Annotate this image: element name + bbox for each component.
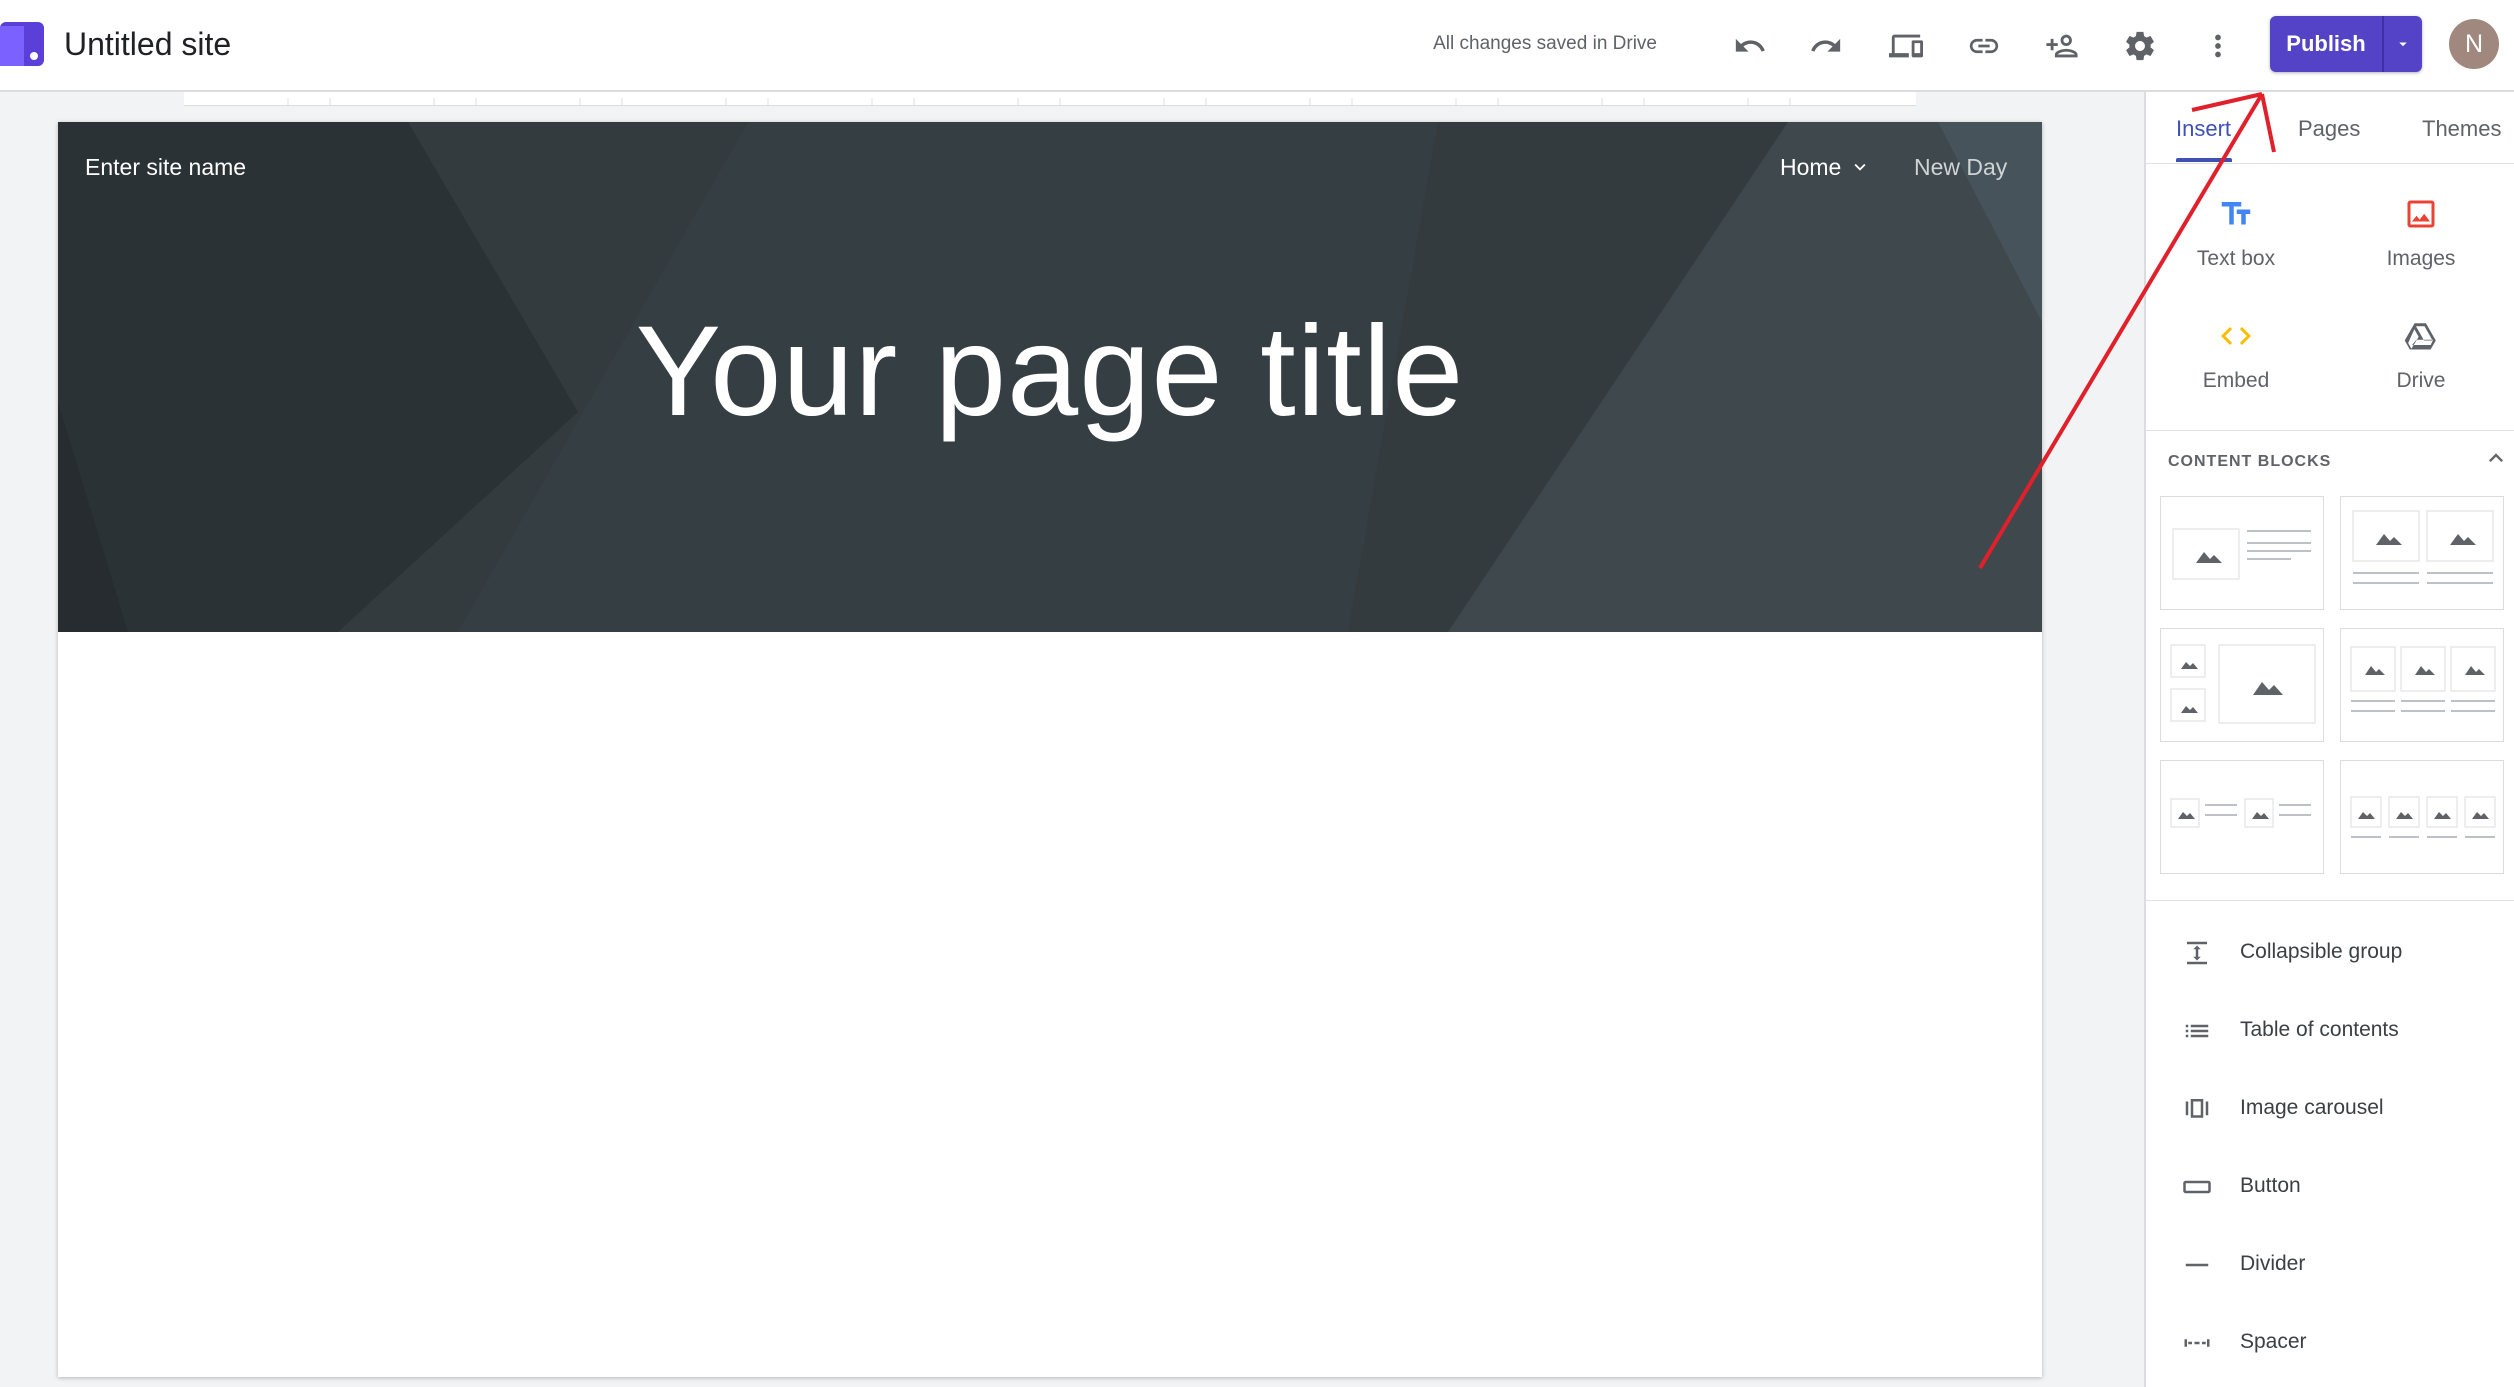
images-label: Images — [2386, 247, 2456, 270]
list-icon — [2185, 1024, 2209, 1038]
insert-table-of-contents[interactable]: Table of contents — [2146, 1000, 2514, 1060]
insert-collapsible-group[interactable]: Collapsible group — [2146, 922, 2514, 982]
insert-divider[interactable]: Divider — [2146, 1234, 2514, 1294]
avatar[interactable]: N — [2449, 19, 2499, 69]
page-header-banner[interactable]: Enter site name Home New Day Your page t… — [58, 122, 2042, 632]
tab-pages[interactable]: Pages — [2298, 114, 2360, 144]
publish-label[interactable]: Publish — [2270, 16, 2382, 72]
carousel-icon — [2185, 1099, 2209, 1118]
insert-image-carousel[interactable]: Image carousel — [2146, 1078, 2514, 1138]
content-blocks-title: CONTENT BLOCKS — [2168, 453, 2332, 470]
divider-icon — [2185, 1263, 2209, 1267]
text-box-icon — [2221, 202, 2251, 225]
more-vert-icon[interactable] — [2194, 22, 2242, 70]
chevron-down-icon — [1854, 163, 1866, 171]
content-block-two-images[interactable] — [2340, 496, 2504, 610]
site-title[interactable]: Untitled site — [64, 24, 231, 64]
top-bar: Untitled site All changes saved in Drive… — [0, 0, 2514, 92]
ruler — [184, 92, 1916, 106]
share-icon[interactable] — [2038, 22, 2086, 70]
table-of-contents-label: Table of contents — [2240, 1018, 2399, 1041]
divider — [2146, 430, 2514, 431]
save-status: All changes saved in Drive — [1433, 33, 1657, 54]
drive-label: Drive — [2396, 369, 2446, 392]
insert-images-button[interactable]: Images — [2331, 196, 2511, 306]
page-title[interactable]: Your page title — [58, 302, 2042, 442]
spacer-icon — [2184, 1339, 2210, 1347]
image-icon — [2407, 200, 2435, 228]
content-block-image-text-pairs[interactable] — [2160, 760, 2324, 874]
collapsible-group-icon — [2187, 941, 2207, 965]
collapsible-group-label: Collapsible group — [2240, 940, 2403, 963]
insert-spacer[interactable]: Spacer — [2146, 1312, 2514, 1372]
site-page[interactable]: Enter site name Home New Day Your page t… — [58, 122, 2042, 1377]
sites-logo-icon[interactable] — [0, 22, 46, 66]
insert-drive-button[interactable]: Drive — [2331, 318, 2511, 428]
tab-themes[interactable]: Themes — [2422, 114, 2501, 144]
panel-tabs: Insert Pages Themes — [2146, 92, 2514, 164]
divider — [2146, 900, 2514, 901]
image-carousel-label: Image carousel — [2240, 1096, 2384, 1119]
divider-label: Divider — [2240, 1252, 2306, 1275]
content-block-three-images[interactable] — [2340, 628, 2504, 742]
side-panel: Insert Pages Themes Text box Images Embe… — [2144, 92, 2514, 1387]
insert-text-box-button[interactable]: Text box — [2146, 196, 2326, 306]
active-tab-indicator — [2176, 158, 2232, 162]
text-box-label: Text box — [2196, 247, 2276, 270]
redo-icon[interactable] — [1802, 22, 1850, 70]
insert-button[interactable]: Button — [2146, 1156, 2514, 1216]
content-block-image-text[interactable] — [2160, 496, 2324, 610]
button-icon — [2183, 1180, 2211, 1194]
content-block-four-images[interactable] — [2340, 760, 2504, 874]
embed-code-icon — [2221, 327, 2251, 345]
sites-editor: Untitled site All changes saved in Drive… — [0, 0, 2514, 1387]
button-label: Button — [2240, 1174, 2301, 1197]
undo-icon[interactable] — [1726, 22, 1774, 70]
tab-insert[interactable]: Insert — [2176, 114, 2231, 144]
spacer-label: Spacer — [2240, 1330, 2307, 1353]
publish-dropdown-icon[interactable] — [2384, 16, 2422, 72]
link-icon[interactable] — [1960, 22, 2008, 70]
content-block-image-grid[interactable] — [2160, 628, 2324, 742]
chevron-up-icon[interactable] — [2482, 444, 2510, 472]
editor-canvas: Enter site name Home New Day Your page t… — [0, 92, 2144, 1387]
nav-home-label: Home — [1780, 154, 1842, 180]
insert-embed-button[interactable]: Embed — [2146, 318, 2326, 428]
site-name[interactable]: Enter site name — [85, 152, 246, 182]
drive-icon — [2404, 323, 2436, 350]
nav-item-new-day[interactable]: New Day — [1914, 152, 2007, 182]
embed-label: Embed — [2202, 369, 2270, 392]
nav-item-home[interactable]: Home — [1780, 152, 1871, 182]
settings-icon[interactable] — [2116, 22, 2164, 70]
publish-button[interactable]: Publish — [2270, 16, 2422, 72]
preview-devices-icon[interactable] — [1882, 22, 1930, 70]
